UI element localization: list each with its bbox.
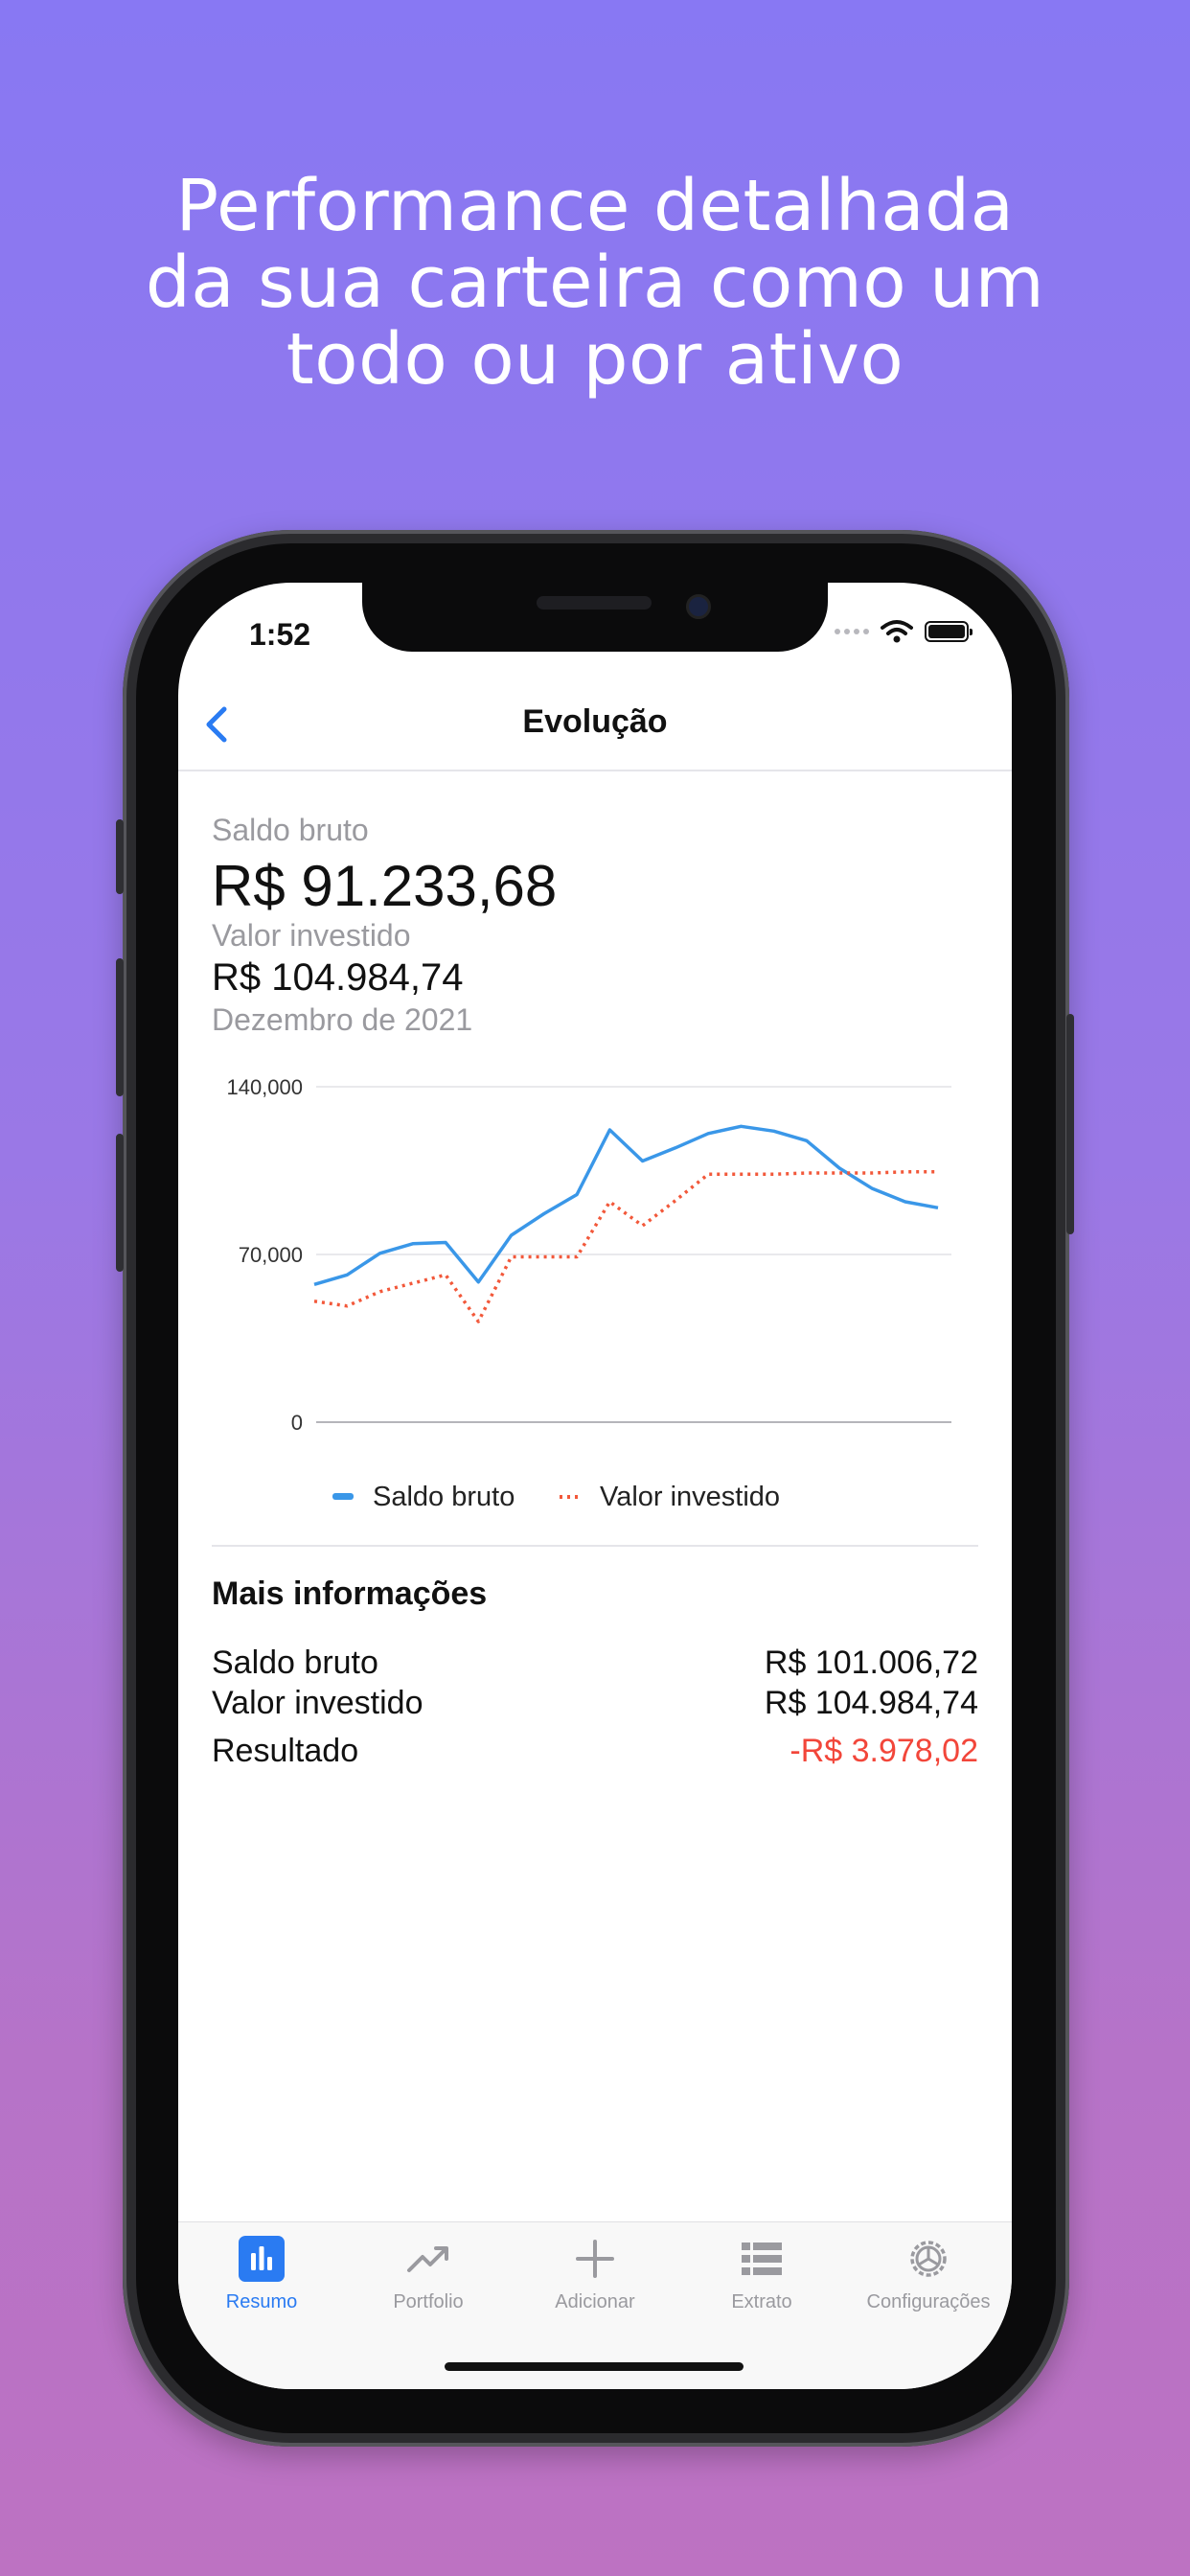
notch — [362, 583, 828, 652]
trend-up-icon — [407, 2246, 448, 2272]
silent-switch — [116, 819, 124, 894]
tab-resumo[interactable]: Resumo — [178, 2222, 345, 2318]
wifi-icon — [881, 620, 913, 643]
legend-label-saldo-bruto: Saldo bruto — [373, 1482, 515, 1512]
more-info-title: Mais informações — [212, 1576, 488, 1612]
volume-up-button — [116, 958, 124, 1096]
info-value: R$ 104.984,74 — [764, 1685, 978, 1721]
tab-configuracoes[interactable]: Configurações — [845, 2222, 1012, 2318]
nav-divider — [178, 770, 1012, 771]
info-row-resultado: Resultado -R$ 3.978,02 — [212, 1733, 978, 1770]
headline-line-2: da sua carteira como um — [145, 242, 1045, 324]
page-title: Evolução — [522, 703, 668, 740]
list-icon — [742, 2242, 782, 2275]
battery-icon — [925, 621, 973, 642]
tab-portfolio[interactable]: Portfolio — [345, 2222, 512, 2318]
tab-label: Adicionar — [555, 2291, 635, 2312]
tab-label: Configurações — [866, 2291, 991, 2312]
info-row-investido: Valor investido R$ 104.984,74 — [212, 1685, 978, 1722]
tab-bar: Resumo Portfolio Adicionar Extrato Confi… — [178, 2221, 1012, 2389]
info-label: Saldo bruto — [212, 1644, 378, 1681]
tab-label: Resumo — [225, 2291, 298, 2312]
tab-adicionar[interactable]: Adicionar — [512, 2222, 678, 2318]
info-row-saldo: Saldo bruto R$ 101.006,72 — [212, 1644, 978, 1682]
info-label: Resultado — [212, 1733, 359, 1769]
headline-line-1: Performance detalhada — [175, 165, 1015, 247]
investido-label: Valor investido — [212, 918, 411, 953]
gear-icon — [910, 2241, 947, 2277]
headline-line-3: todo ou por ativo — [286, 318, 904, 401]
signal-icon — [835, 629, 869, 634]
legend-label-valor-investido: Valor investido — [600, 1482, 780, 1512]
legend-swatch-saldo-bruto — [332, 1493, 354, 1500]
home-indicator — [445, 2362, 744, 2371]
speaker-grille — [537, 596, 652, 610]
power-button — [1066, 1014, 1074, 1234]
phone-screen: 1:52 Evolução Saldo bruto R$ 91.233,68 V… — [178, 583, 1012, 2389]
saldo-label: Saldo bruto — [212, 813, 369, 847]
bar-chart-icon — [239, 2236, 285, 2282]
info-value-negative: -R$ 3.978,02 — [790, 1733, 978, 1769]
section-divider — [212, 1545, 978, 1547]
volume-down-button — [116, 1134, 124, 1272]
tab-label: Extrato — [731, 2291, 792, 2312]
evolution-chart: 140,000 70,000 0 Saldo bruto Valor investido — [226, 1075, 951, 1512]
tab-extrato[interactable]: Extrato — [678, 2222, 845, 2318]
y-tick-label: 70,000 — [239, 1243, 303, 1267]
plus-icon — [576, 2240, 614, 2278]
status-time: 1:52 — [249, 617, 311, 652]
front-camera — [686, 594, 711, 619]
series-line-saldo-bruto — [313, 1124, 939, 1286]
y-tick-label: 140,000 — [226, 1075, 303, 1099]
tab-label: Portfolio — [393, 2291, 464, 2312]
status-icons — [835, 619, 973, 644]
y-tick-label: 0 — [291, 1411, 303, 1435]
saldo-value: R$ 91.233,68 — [212, 854, 558, 918]
info-value: R$ 101.006,72 — [764, 1644, 978, 1681]
investido-value: R$ 104.984,74 — [212, 956, 464, 999]
info-label: Valor investido — [212, 1685, 423, 1721]
promo-headline: Performance detalhada da sua carteira co… — [0, 168, 1190, 398]
period-label: Dezembro de 2021 — [212, 1002, 473, 1037]
